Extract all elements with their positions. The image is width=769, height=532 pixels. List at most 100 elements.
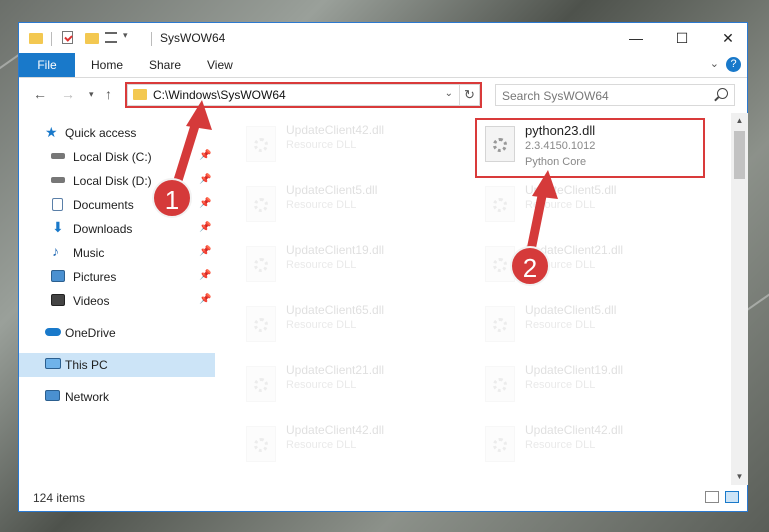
sidebar-item-onedrive[interactable]: OneDrive (19, 321, 215, 345)
dll-file-icon (246, 366, 276, 402)
gear-icon (254, 378, 268, 392)
gear-icon (493, 378, 507, 392)
pin-icon[interactable]: 📌 (199, 294, 211, 305)
file-item[interactable]: UpdateClient42.dll Resource DLL (238, 119, 458, 171)
file-description: Resource DLL (286, 439, 357, 451)
file-highlight (475, 118, 705, 178)
refresh-button[interactable]: ↻ (460, 84, 480, 106)
view-options-icon[interactable] (105, 32, 117, 43)
sidebar-item-label: Videos (73, 294, 110, 308)
videos-icon (51, 294, 65, 306)
ribbon-tabs: File Home Share View ⌄ ? (19, 53, 747, 78)
forward-button[interactable]: → (61, 86, 75, 102)
file-item[interactable]: UpdateClient5.dll Resource DLL (477, 299, 697, 351)
explorer-window: ▾ SysWOW64 — ☐ ✕ File Home Share View ⌄ … (18, 22, 748, 512)
back-button[interactable]: ← (33, 86, 47, 102)
file-description: Resource DLL (286, 259, 357, 271)
cloud-icon (45, 328, 61, 336)
network-icon (45, 390, 60, 401)
expand-ribbon-icon[interactable]: ⌄ (710, 57, 719, 70)
scrollbar-thumb[interactable] (734, 131, 745, 179)
dll-file-icon (246, 306, 276, 342)
file-name: UpdateClient65.dll (286, 303, 385, 317)
properties-icon[interactable] (62, 31, 73, 44)
file-item[interactable]: UpdateClient19.dll Resource DLL (238, 239, 458, 291)
sidebar-item-quick-access[interactable]: ★ Quick access (19, 121, 215, 145)
sidebar-item-music[interactable]: ♪ Music 📌 (19, 241, 215, 265)
file-description: Resource DLL (525, 319, 596, 331)
pin-icon[interactable]: 📌 (199, 246, 211, 257)
sidebar-item-this-pc[interactable]: This PC (19, 353, 215, 377)
file-item[interactable]: UpdateClient42.dll Resource DLL (477, 419, 697, 471)
file-name: UpdateClient5.dll (525, 183, 617, 197)
file-name: UpdateClient42.dll (525, 423, 624, 437)
dll-file-icon (485, 426, 515, 462)
sidebar-item-label: Music (73, 246, 105, 260)
drive-icon (51, 177, 65, 183)
sidebar-item-label: Local Disk (D:) (73, 174, 152, 188)
sidebar-item-pictures[interactable]: Pictures 📌 (19, 265, 215, 289)
pin-icon[interactable]: 📌 (199, 222, 211, 233)
music-icon: ♪ (52, 243, 59, 259)
search-icon[interactable] (717, 88, 728, 99)
tab-file[interactable]: File (19, 53, 75, 77)
search-input[interactable]: Search SysWOW64 (495, 84, 735, 106)
file-name: UpdateClient5.dll (286, 183, 378, 197)
file-item[interactable]: UpdateClient65.dll Resource DLL (238, 299, 458, 351)
step-badge-1: 1 (152, 178, 192, 218)
gear-icon (254, 198, 268, 212)
dll-file-icon (246, 426, 276, 462)
file-item[interactable]: UpdateClient5.dll Resource DLL (238, 179, 458, 231)
divider (51, 32, 52, 46)
sidebar-item-downloads[interactable]: ⬇ Downloads 📌 (19, 217, 215, 241)
gear-icon (254, 138, 268, 152)
file-item[interactable]: UpdateClient5.dll Resource DLL (477, 179, 697, 231)
pin-icon[interactable]: 📌 (199, 198, 211, 209)
sidebar-item-label: Downloads (73, 222, 133, 236)
gear-icon (493, 258, 507, 272)
help-icon[interactable]: ? (726, 57, 741, 72)
computer-icon (45, 358, 61, 369)
documents-icon (52, 198, 63, 211)
file-item[interactable]: UpdateClient19.dll Resource DLL (477, 359, 697, 411)
sidebar-item-label: Network (65, 390, 110, 404)
vertical-scrollbar[interactable]: ▲ ▼ (731, 113, 748, 485)
sidebar-item-local-disk-c[interactable]: Local Disk (C:) 📌 (19, 145, 215, 169)
details-view-icon[interactable] (705, 491, 719, 503)
maximize-button[interactable]: ☐ (659, 23, 705, 53)
file-item[interactable]: UpdateClient21.dll Resource DLL (238, 359, 458, 411)
new-folder-icon[interactable] (85, 33, 99, 44)
file-description: Resource DLL (525, 439, 596, 451)
gear-icon (493, 318, 507, 332)
close-button[interactable]: ✕ (705, 23, 751, 53)
item-count: 124 items (33, 491, 86, 505)
pin-icon[interactable]: 📌 (199, 150, 211, 161)
chevron-down-icon[interactable]: ▾ (123, 30, 128, 41)
sidebar-item-network[interactable]: Network (19, 385, 215, 409)
pin-icon[interactable]: 📌 (199, 174, 211, 185)
file-item[interactable]: UpdateClient42.dll Resource DLL (238, 419, 458, 471)
navigation-pane: ★ Quick access Local Disk (C:) 📌 Local D… (19, 113, 215, 475)
file-description: Resource DLL (525, 199, 596, 211)
file-description: Resource DLL (525, 379, 596, 391)
pictures-icon (51, 270, 65, 282)
star-icon: ★ (45, 124, 58, 140)
divider (151, 32, 152, 46)
sidebar-item-label: Documents (73, 198, 134, 212)
file-description: Resource DLL (286, 139, 357, 151)
tab-home[interactable]: Home (91, 53, 123, 77)
window-title: SysWOW64 (160, 31, 226, 45)
minimize-button[interactable]: — (613, 23, 659, 53)
gear-icon (493, 198, 507, 212)
pin-icon[interactable]: 📌 (199, 270, 211, 281)
scroll-down-icon[interactable]: ▼ (731, 469, 748, 485)
sidebar-item-videos[interactable]: Videos 📌 (19, 289, 215, 313)
scroll-up-icon[interactable]: ▲ (731, 113, 748, 129)
up-button[interactable]: ↑ (105, 86, 112, 102)
large-icons-view-icon[interactable] (725, 491, 739, 503)
tab-share[interactable]: Share (149, 53, 181, 77)
tab-view[interactable]: View (207, 53, 233, 77)
sidebar-item-label: Local Disk (C:) (73, 150, 152, 164)
drive-icon (51, 153, 65, 159)
recent-locations-button[interactable]: ▾ (89, 89, 94, 100)
